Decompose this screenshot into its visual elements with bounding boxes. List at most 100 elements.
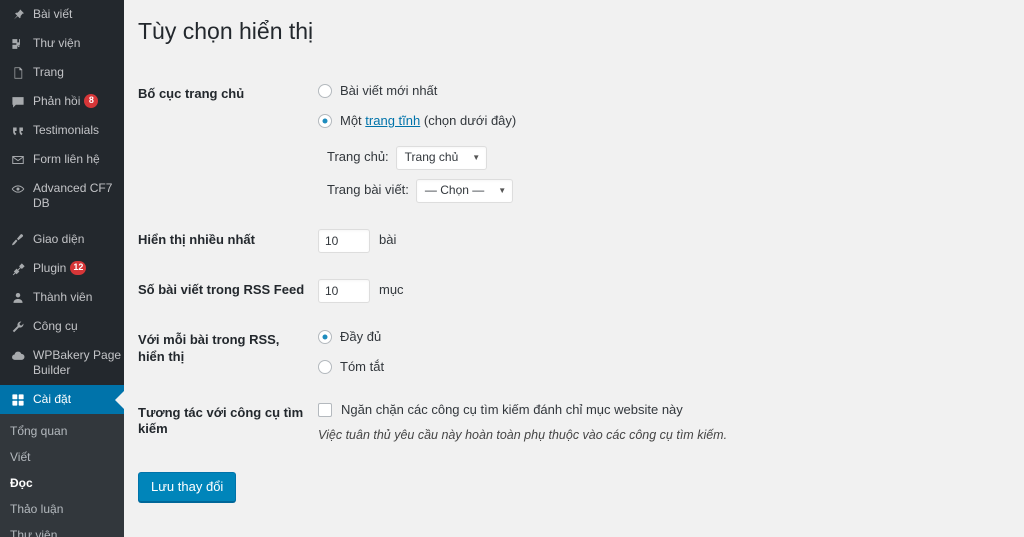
sidebar-item-label: Giao diện: [33, 232, 85, 246]
rss-per-page-unit: mục: [379, 282, 404, 298]
front-page-static-radio[interactable]: [318, 114, 332, 129]
sidebar-item-contact-form[interactable]: Form liên hệ: [0, 145, 124, 174]
sidebar-item-posts[interactable]: Bài viết: [0, 0, 124, 29]
search-visibility-checkbox[interactable]: [318, 402, 332, 417]
submenu-item-discussion[interactable]: Thảo luận: [0, 496, 124, 522]
posts-page-select[interactable]: — Chọn — ▼: [415, 178, 514, 203]
front-page-options: Bài viết mới nhất Một trang tĩnh (chọn d…: [318, 70, 898, 216]
home-page-select-row: Trang chủ: Trang chủ ▼: [327, 145, 888, 170]
rss-summary-label: Tóm tắt: [340, 358, 385, 374]
page-title: Tùy chọn hiển thị: [138, 18, 314, 44]
front-page-latest-row[interactable]: Bài viết mới nhất: [318, 83, 888, 100]
front-page-label: Bố cục trang chủ: [138, 86, 245, 101]
admin-screen: Bài viết Thư viện Trang Phản hồi 8 Testi…: [0, 0, 1024, 537]
sidebar-item-label: Cài đặt: [33, 392, 72, 406]
front-page-static-suffix: (chọn dưới đây): [423, 112, 517, 128]
search-visibility-description: Việc tuân thủ yêu cầu này hoàn toàn phụ …: [318, 428, 728, 443]
sidebar-item-label: Form liên hệ: [33, 152, 100, 166]
posts-page-select-row: Trang bài viết: — Chọn — ▼: [327, 178, 888, 203]
posts-page-select-value: — Chọn —: [424, 182, 485, 197]
chevron-down-icon: ▼: [498, 185, 507, 195]
rss-summary-row[interactable]: Tóm tắt: [318, 359, 888, 376]
main-content: Tùy chọn hiển thị Bố cục trang chủ Bài v…: [124, 0, 1024, 537]
form-row-rss-per-page: Số bài viết trong RSS Feed mục: [138, 266, 898, 316]
sidebar-separator: [0, 218, 124, 225]
search-visibility-label: Tương tác với công cụ tìm kiếm: [138, 404, 304, 437]
static-page-link[interactable]: trang tĩnh: [365, 113, 420, 128]
admin-sidebar: Bài viết Thư viện Trang Phản hồi 8 Testi…: [0, 0, 124, 537]
sidebar-item-pages[interactable]: Trang: [0, 58, 124, 87]
form-row-posts-per-page: Hiển thị nhiều nhất bài: [138, 216, 898, 266]
submenu-item-general[interactable]: Tổng quan: [0, 418, 124, 444]
plugins-count-badge: 12: [70, 261, 87, 275]
sidebar-item-label: Testimonials: [33, 123, 100, 137]
sidebar-item-label: Plugin: [33, 261, 67, 275]
front-page-latest-label: Bài viết mới nhất: [340, 83, 438, 98]
page-icon: [9, 65, 27, 80]
rss-summary-radio[interactable]: [318, 360, 332, 375]
form-row-front-page: Bố cục trang chủ Bài viết mới nhất Một t…: [138, 70, 898, 216]
settings-submenu: Tổng quan Viết Đọc Thảo luận Thư viện Đư…: [0, 414, 124, 537]
posts-per-page-field: bài: [318, 216, 898, 266]
rss-excerpt-options: Đầy đủ Tóm tắt: [318, 316, 898, 389]
quote-icon: [9, 123, 27, 138]
sidebar-item-testimonials[interactable]: Testimonials: [0, 116, 124, 145]
comment-icon: [9, 94, 27, 109]
sidebar-item-appearance[interactable]: Giao diện: [0, 225, 124, 254]
front-page-static-prefix: Một: [340, 112, 362, 128]
sidebar-item-label: Thành viên: [33, 290, 93, 304]
reading-settings-form: Bố cục trang chủ Bài viết mới nhất Một t…: [138, 70, 898, 458]
search-visibility-checkbox-label: Ngăn chặn các công cụ tìm kiếm đánh chỉ …: [341, 401, 683, 417]
pin-icon: [9, 7, 27, 22]
home-page-select[interactable]: Trang chủ ▼: [395, 145, 488, 170]
wrench-icon: [9, 319, 27, 334]
rss-per-page-field: mục: [318, 266, 898, 316]
submenu-item-writing[interactable]: Viết: [0, 444, 124, 470]
sidebar-item-label: Thư viện: [33, 36, 81, 50]
sidebar-item-plugins[interactable]: Plugin 12: [0, 254, 124, 283]
submit-area: Lưu thay đổi: [138, 458, 1024, 502]
envelope-icon: [9, 152, 27, 167]
submenu-item-media[interactable]: Thư viện: [0, 522, 124, 537]
sidebar-item-label: WPBakery Page Builder: [33, 348, 122, 377]
sidebar-item-wpbakery[interactable]: WPBakery Page Builder: [0, 341, 124, 385]
rss-full-radio[interactable]: [318, 330, 332, 345]
sidebar-item-label: Công cụ: [33, 319, 78, 333]
sidebar-item-label: Trang: [33, 65, 64, 79]
form-row-search-visibility: Tương tác với công cụ tìm kiếm Ngăn chặn…: [138, 389, 898, 458]
form-row-rss-excerpt: Với mỗi bài trong RSS, hiển thị Đầy đủ T…: [138, 316, 898, 389]
settings-icon: [9, 392, 27, 407]
cloud-icon: [9, 348, 27, 363]
sidebar-item-comments[interactable]: Phản hồi 8: [0, 87, 124, 116]
brush-icon: [9, 232, 27, 247]
search-visibility-check-row[interactable]: Ngăn chặn các công cụ tìm kiếm đánh chỉ …: [318, 402, 888, 419]
sidebar-item-advanced-cf7-db[interactable]: Advanced CF7 DB: [0, 174, 124, 218]
eye-icon: [9, 181, 27, 196]
rss-full-label: Đầy đủ: [340, 328, 382, 344]
front-page-static-row[interactable]: Một trang tĩnh (chọn dưới đây): [318, 113, 888, 130]
front-page-latest-radio[interactable]: [318, 84, 332, 99]
comments-count-badge: 8: [84, 94, 99, 108]
media-icon: [9, 36, 27, 51]
search-visibility-field: Ngăn chặn các công cụ tìm kiếm đánh chỉ …: [318, 389, 898, 458]
home-page-label: Trang chủ:: [327, 149, 389, 165]
rss-full-row[interactable]: Đầy đủ: [318, 329, 888, 346]
rss-per-page-label: Số bài viết trong RSS Feed: [138, 281, 305, 297]
rss-excerpt-label: Với mỗi bài trong RSS, hiển thị: [138, 331, 280, 364]
save-changes-button[interactable]: Lưu thay đổi: [138, 471, 237, 502]
posts-page-label: Trang bài viết:: [327, 182, 409, 198]
plug-icon: [9, 261, 27, 276]
posts-per-page-label: Hiển thị nhiều nhất: [138, 231, 255, 247]
chevron-down-icon: ▼: [472, 152, 481, 162]
submenu-item-reading[interactable]: Đọc: [0, 470, 124, 496]
front-page-static-label: Một trang tĩnh (chọn dưới đây): [340, 113, 516, 130]
sidebar-item-tools[interactable]: Công cụ: [0, 312, 124, 341]
sidebar-item-settings[interactable]: Cài đặt: [0, 385, 124, 414]
sidebar-item-media[interactable]: Thư viện: [0, 29, 124, 58]
sidebar-item-label: Phản hồi: [33, 94, 81, 108]
rss-per-page-input[interactable]: [318, 278, 370, 303]
posts-per-page-input[interactable]: [318, 228, 370, 253]
home-page-select-value: Trang chủ: [404, 149, 459, 164]
posts-per-page-unit: bài: [379, 232, 397, 248]
sidebar-item-users[interactable]: Thành viên: [0, 283, 124, 312]
